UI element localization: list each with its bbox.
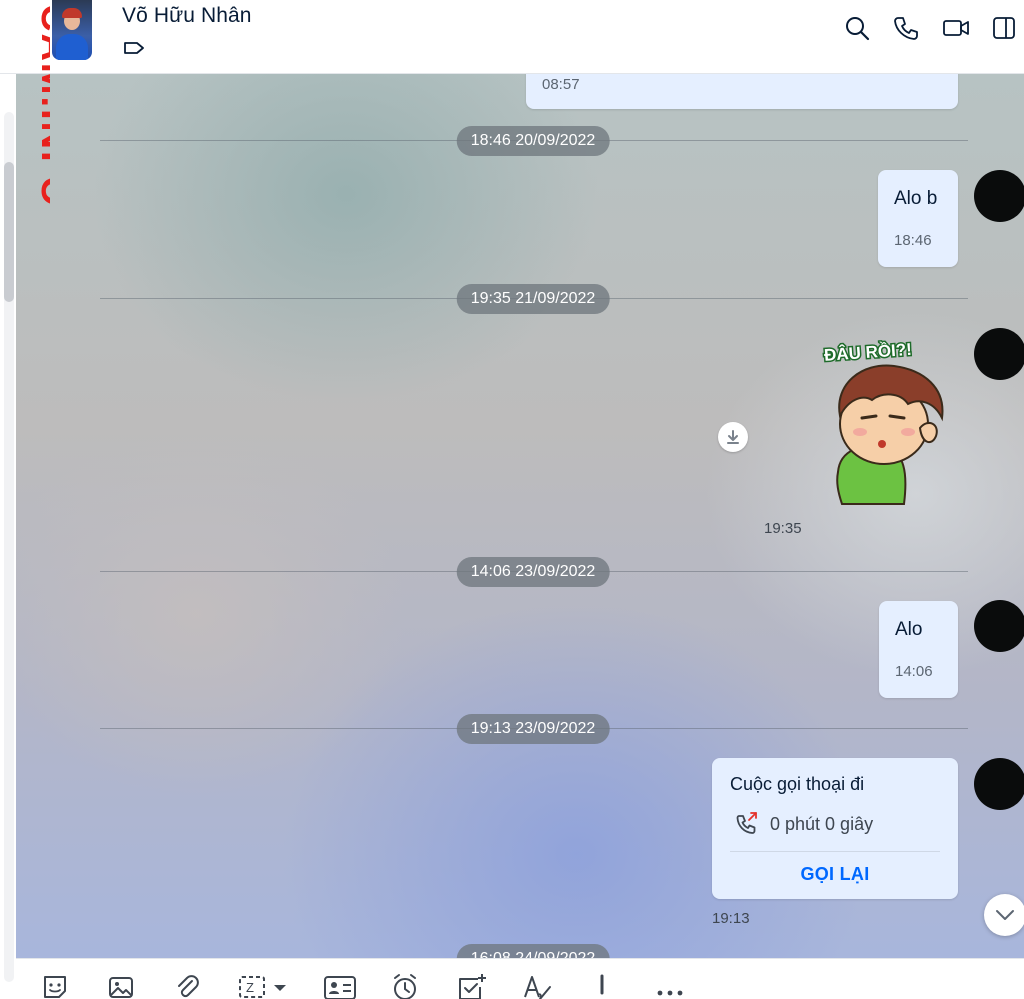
sticker-message[interactable]: ĐÂU RỒI?! [816, 332, 956, 512]
scrollbar[interactable] [4, 112, 14, 982]
call-message-card[interactable]: Cuộc gọi thoại đi 0 phút 0 giây GỌI LẠI [712, 758, 958, 899]
watermark-text: CAM.INFO [33, 4, 50, 208]
sticker-caption: ĐÂU RỒI?! [823, 340, 912, 365]
chat-header: Võ Hữu Nhân [0, 0, 1024, 74]
reminder-icon[interactable] [390, 973, 420, 999]
chevron-down-icon [996, 910, 1014, 920]
call-back-button[interactable]: GỌI LẠI [712, 864, 958, 885]
sender-avatar[interactable] [974, 600, 1024, 652]
sender-avatar[interactable] [974, 328, 1024, 380]
avatar-hair [62, 8, 82, 18]
contact-avatar[interactable] [52, 0, 92, 60]
message-text: Alo b [894, 188, 938, 209]
message-text: Alo [895, 619, 923, 640]
call-duration: 0 phút 0 giây [770, 814, 874, 834]
call-divider [730, 851, 940, 852]
scroll-to-bottom-button[interactable] [984, 894, 1024, 936]
date-separator: 19:13 23/09/2022 [456, 714, 610, 744]
message-time: 18:46 [894, 232, 932, 249]
date-separator: 18:46 20/09/2022 [456, 126, 610, 156]
message-time: 19:35 [764, 520, 802, 537]
message-time: 19:13 [712, 910, 750, 927]
more-icon[interactable] [652, 973, 688, 999]
sidebar-toggle-icon[interactable] [990, 14, 1018, 42]
contact-name[interactable]: Võ Hữu Nhân [122, 4, 252, 28]
urgent-icon[interactable] [590, 973, 614, 999]
contact-card-icon[interactable] [322, 973, 358, 999]
task-icon[interactable] [456, 973, 486, 999]
image-icon[interactable] [106, 973, 136, 999]
date-separator: 19:35 21/09/2022 [456, 284, 610, 314]
attachment-icon[interactable] [172, 973, 202, 999]
tag-icon[interactable] [123, 40, 145, 56]
outgoing-call-icon [734, 810, 760, 836]
sticker-icon[interactable] [40, 973, 70, 999]
date-separator: 16:08 24/09/2022 [456, 944, 610, 958]
sender-avatar[interactable] [974, 170, 1024, 222]
screenshot-icon[interactable]: Z [238, 973, 290, 999]
message-time: 08:57 [542, 76, 580, 93]
text-format-icon[interactable] [522, 973, 552, 999]
download-icon[interactable] [718, 422, 748, 452]
call-title: Cuộc gọi thoại đi [730, 774, 865, 794]
composer-toolbar: Z [16, 958, 1024, 999]
avatar-shirt [56, 34, 88, 60]
message-time: 14:06 [895, 663, 933, 680]
message-list[interactable]: 08:57 18:46 20/09/2022 Alo b 18:46 19:35… [16, 74, 1024, 958]
svg-text:Z: Z [246, 980, 254, 995]
message-bubble[interactable]: Alo 14:06 [879, 601, 958, 698]
watermark: CAM.INFO [10, 2, 75, 222]
phone-icon[interactable] [892, 14, 920, 42]
video-call-icon[interactable] [942, 14, 970, 42]
message-bubble[interactable]: Alo b 18:46 [878, 170, 958, 267]
message-bubble-partial[interactable]: 08:57 [526, 74, 958, 109]
search-icon[interactable] [843, 14, 871, 42]
date-separator: 14:06 23/09/2022 [456, 557, 610, 587]
sender-avatar[interactable] [974, 758, 1024, 810]
